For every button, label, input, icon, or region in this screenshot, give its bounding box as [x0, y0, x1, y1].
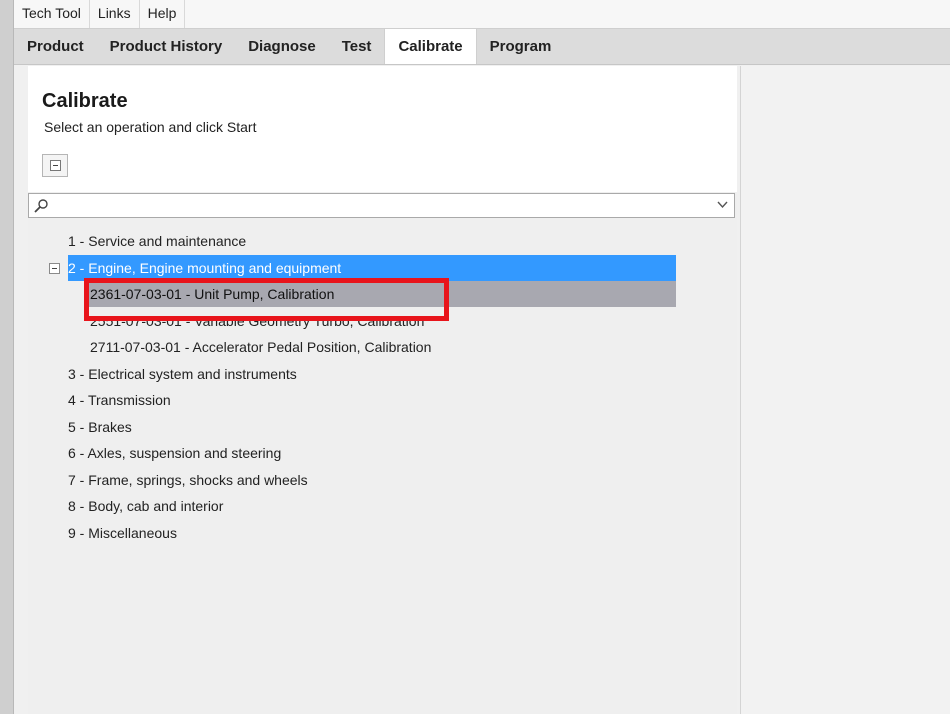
- tab-product[interactable]: Product: [14, 29, 97, 64]
- menu-item-help[interactable]: Help: [140, 0, 186, 28]
- operation-panel: Calibrate Select an operation and click …: [28, 66, 737, 714]
- tree-group-service-maintenance[interactable]: 1 - Service and maintenance: [68, 228, 246, 254]
- search-input[interactable]: [53, 196, 703, 215]
- page-subtitle: Select an operation and click Start: [44, 119, 257, 135]
- tree-item-accelerator-pedal-calibration[interactable]: 2711-07-03-01 - Accelerator Pedal Positi…: [90, 334, 431, 360]
- tree-item-unit-pump-label: 2361-07-03-01 - Unit Pump, Calibration: [90, 286, 335, 302]
- tab-diagnose[interactable]: Diagnose: [235, 29, 329, 64]
- operation-tree: 1 - Service and maintenance 2 - Engine, …: [28, 228, 737, 628]
- main-tab-bar: Product Product History Diagnose Test Ca…: [14, 29, 950, 65]
- details-panel: [740, 66, 950, 714]
- collapse-all-button[interactable]: [42, 154, 68, 177]
- tree-item-vgt-calibration[interactable]: 2551-07-03-01 - Variable Geometry Turbo,…: [90, 308, 424, 334]
- tree-group-body-cab[interactable]: 8 - Body, cab and interior: [68, 493, 223, 519]
- tree-group-brakes[interactable]: 5 - Brakes: [68, 414, 132, 440]
- tab-test[interactable]: Test: [329, 29, 385, 64]
- tree-group-axles[interactable]: 6 - Axles, suspension and steering: [68, 440, 281, 466]
- tree-group-electrical[interactable]: 3 - Electrical system and instruments: [68, 361, 297, 387]
- menu-item-tech-tool[interactable]: Tech Tool: [14, 0, 90, 28]
- tab-product-history[interactable]: Product History: [97, 29, 236, 64]
- tree-group-miscellaneous[interactable]: 9 - Miscellaneous: [68, 520, 177, 546]
- tree-group-frame[interactable]: 7 - Frame, springs, shocks and wheels: [68, 467, 308, 493]
- tab-program[interactable]: Program: [477, 29, 565, 64]
- tree-group-engine[interactable]: 2 - Engine, Engine mounting and equipmen…: [68, 255, 676, 281]
- chevron-down-icon[interactable]: [717, 201, 728, 209]
- tree-group-transmission[interactable]: 4 - Transmission: [68, 387, 171, 413]
- tab-calibrate[interactable]: Calibrate: [384, 29, 477, 64]
- minus-box-icon: [49, 160, 61, 171]
- tree-group-engine-label: 2 - Engine, Engine mounting and equipmen…: [68, 260, 342, 276]
- menu-item-links[interactable]: Links: [90, 0, 140, 28]
- page-title: Calibrate: [42, 90, 128, 112]
- panel-header: Calibrate Select an operation and click …: [28, 66, 737, 192]
- minus-box-icon[interactable]: [49, 263, 60, 274]
- tree-item-unit-pump-calibration[interactable]: 2361-07-03-01 - Unit Pump, Calibration: [84, 281, 676, 307]
- window-left-edge: [0, 0, 14, 714]
- menu-bar: Tech Tool Links Help: [14, 0, 950, 29]
- magnifier-icon: [34, 199, 48, 213]
- search-combobox[interactable]: [28, 193, 735, 218]
